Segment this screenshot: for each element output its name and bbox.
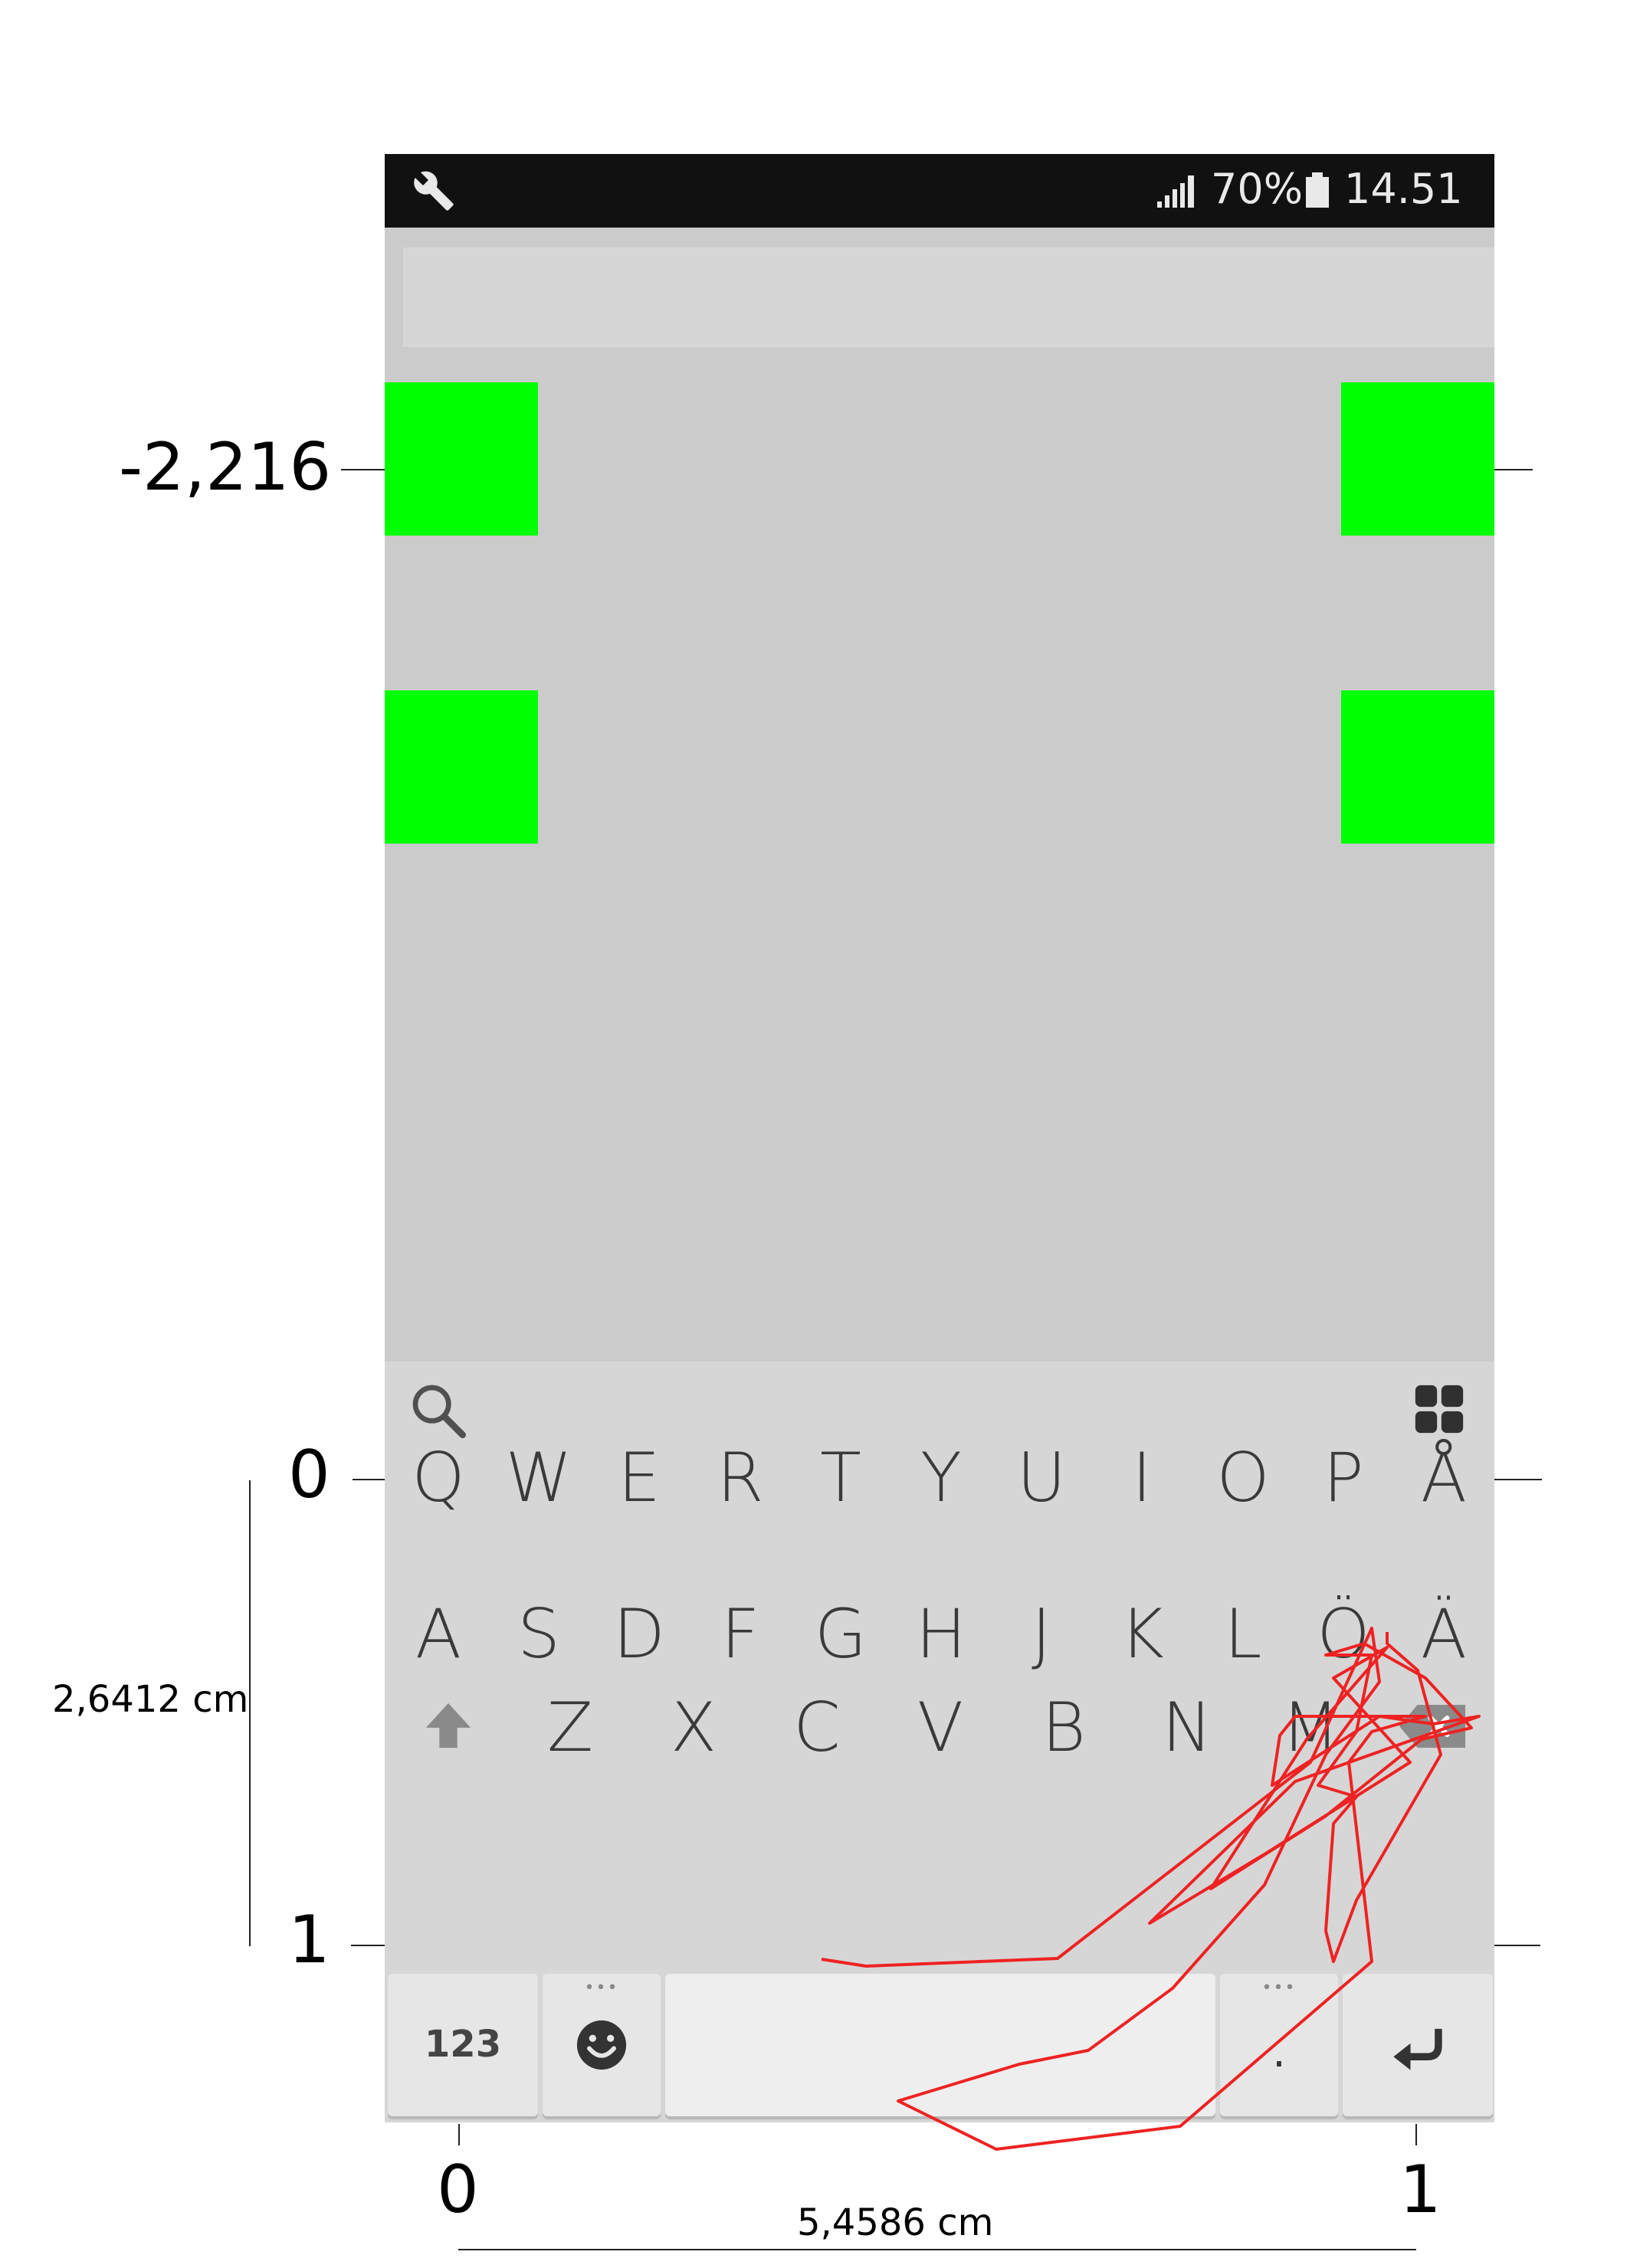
y-tick-one-left — [351, 1945, 385, 1946]
period-more-dots: ••• — [1261, 1978, 1297, 1998]
key-a[interactable]: A — [389, 1558, 488, 1711]
wrench-icon — [414, 171, 454, 211]
battery-percentage: 70% — [1211, 165, 1304, 213]
shift-icon[interactable] — [421, 1699, 475, 1752]
x-tick-zero — [458, 2124, 460, 2145]
key-w[interactable]: W — [489, 1401, 589, 1555]
phone-screen: 70% 14.51 Q W E R T Y U I O P Å A S D F … — [385, 154, 1494, 2122]
y-tick-one-right — [1494, 1945, 1540, 1946]
signal-icon — [1157, 175, 1194, 208]
y-tick-top-right — [1494, 469, 1533, 470]
target-top-left[interactable] — [385, 382, 538, 536]
key-e[interactable]: E — [589, 1401, 689, 1555]
status-clock: 14.51 — [1344, 165, 1463, 213]
status-bar: 70% 14.51 — [385, 154, 1494, 228]
key-i[interactable]: I — [1092, 1401, 1192, 1555]
y-tick-zero-right — [1494, 1479, 1542, 1480]
text-input-bar[interactable] — [403, 247, 1494, 347]
enter-button[interactable] — [1343, 1974, 1493, 2116]
key-m[interactable]: M — [1261, 1651, 1360, 1804]
x-axis-zero-label: 0 — [437, 2152, 479, 2228]
key-n[interactable]: N — [1137, 1651, 1237, 1804]
emoji-icon — [576, 2020, 627, 2070]
key-u[interactable]: U — [992, 1401, 1091, 1555]
period-key[interactable]: ••• . — [1220, 1974, 1338, 2116]
height-dimension-label: 2,6412 cm — [52, 1678, 249, 1721]
emoji-more-dots: ••• — [584, 1978, 619, 1998]
period-label: . — [1272, 2027, 1286, 2077]
target-top-right[interactable] — [1341, 382, 1494, 536]
x-tick-one — [1415, 2124, 1417, 2145]
key-p[interactable]: P — [1294, 1401, 1393, 1555]
y-axis-zero-label: 0 — [288, 1437, 330, 1513]
numeric-mode-button[interactable]: 123 — [388, 1974, 538, 2116]
height-dimension-line — [249, 1480, 251, 1946]
enter-icon — [1393, 2028, 1442, 2070]
key-r[interactable]: R — [690, 1401, 790, 1555]
backspace-icon[interactable] — [1399, 1705, 1465, 1748]
emoji-button[interactable]: ••• — [543, 1974, 661, 2116]
y-tick-zero-left — [353, 1479, 385, 1480]
key-a-umlaut[interactable]: Ä — [1394, 1558, 1494, 1711]
key-c[interactable]: C — [767, 1651, 867, 1804]
y-axis-top-label: -2,216 — [119, 429, 332, 506]
width-dimension-label: 5,4586 cm — [797, 2201, 994, 2244]
key-x[interactable]: X — [644, 1651, 743, 1804]
space-bar[interactable] — [665, 1974, 1215, 2116]
key-a-ring[interactable]: Å — [1394, 1401, 1494, 1555]
target-bottom-right[interactable] — [1341, 690, 1494, 844]
battery-icon — [1306, 172, 1329, 208]
numeric-mode-label: 123 — [424, 2023, 502, 2066]
y-axis-one-label: 1 — [288, 1902, 330, 1978]
key-q[interactable]: Q — [389, 1401, 488, 1555]
key-o[interactable]: O — [1193, 1401, 1293, 1555]
target-bottom-left[interactable] — [385, 690, 538, 844]
key-y[interactable]: Y — [891, 1401, 991, 1555]
key-t[interactable]: T — [791, 1401, 891, 1555]
soft-keyboard: Q W E R T Y U I O P Å A S D F G H J K L … — [385, 1362, 1494, 2122]
key-z[interactable]: Z — [520, 1651, 620, 1804]
x-axis-one-label: 1 — [1399, 2152, 1442, 2228]
key-v[interactable]: V — [891, 1651, 990, 1804]
width-dimension-line — [458, 2249, 1416, 2250]
key-b[interactable]: B — [1014, 1651, 1114, 1804]
y-tick-top-left — [341, 469, 385, 470]
